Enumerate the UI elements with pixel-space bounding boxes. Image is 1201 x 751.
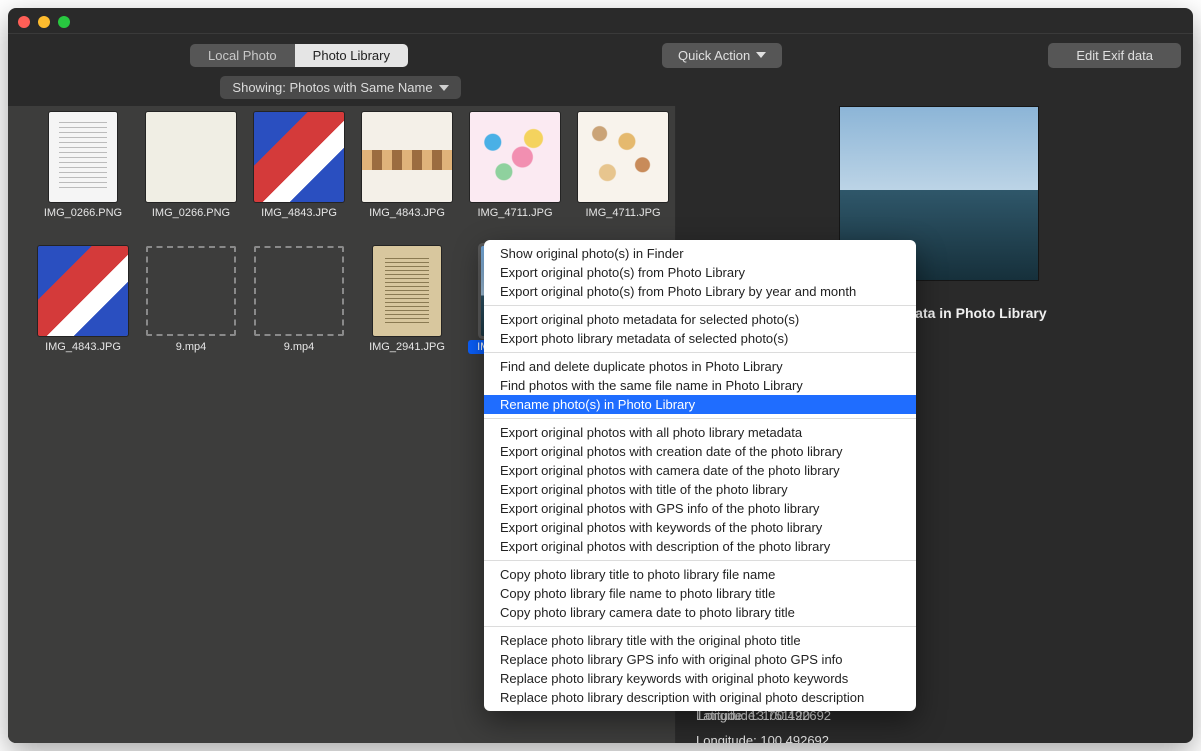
context-menu-item[interactable]: Show original photo(s) in Finder xyxy=(484,244,916,263)
thumbnail[interactable]: IMG_4843.JPG xyxy=(360,112,454,220)
menu-separator xyxy=(484,626,916,627)
thumbnail-label: IMG_2941.JPG xyxy=(360,340,454,354)
titlebar[interactable] xyxy=(8,8,1193,34)
tab-photo-library[interactable]: Photo Library xyxy=(295,44,408,67)
thumbnail-label: IMG_4711.JPG xyxy=(468,206,562,220)
caret-down-icon xyxy=(756,52,766,58)
thumbnail-image[interactable] xyxy=(470,112,560,202)
window-controls xyxy=(18,16,70,28)
thumbnail[interactable]: IMG_0266.PNG xyxy=(36,112,130,220)
thumbnail-label: 9.mp4 xyxy=(144,340,238,354)
thumbnail[interactable]: IMG_2941.JPG xyxy=(360,246,454,354)
menu-separator xyxy=(484,560,916,561)
context-menu-item[interactable]: Copy photo library camera date to photo … xyxy=(484,603,916,622)
context-menu-item[interactable]: Replace photo library keywords with orig… xyxy=(484,669,916,688)
thumbnail[interactable]: IMG_4711.JPG xyxy=(468,112,562,220)
quick-action-button[interactable]: Quick Action xyxy=(662,43,782,68)
thumbnail[interactable]: IMG_4843.JPG xyxy=(252,112,346,220)
thumbnail-label: IMG_0266.PNG xyxy=(144,206,238,220)
context-menu-item[interactable]: Copy photo library title to photo librar… xyxy=(484,565,916,584)
edit-exif-button[interactable]: Edit Exif data xyxy=(1048,43,1181,68)
thumbnail-label: IMG_4843.JPG xyxy=(252,206,346,220)
menu-separator xyxy=(484,305,916,306)
thumbnail[interactable]: 9.mp4 xyxy=(144,246,238,354)
thumbnail[interactable]: IMG_4843.JPG xyxy=(36,246,130,354)
menu-separator xyxy=(484,418,916,419)
source-segment: Local Photo Photo Library xyxy=(190,44,408,67)
minimize-icon[interactable] xyxy=(38,16,50,28)
context-menu-item[interactable]: Export original photos with title of the… xyxy=(484,480,916,499)
thumbnail-image[interactable] xyxy=(362,112,452,202)
thumbnail-label: IMG_0266.PNG xyxy=(36,206,130,220)
extra-coords: Latitude: 13.751120Longitude: 100.492692 xyxy=(696,708,829,743)
thumbnail-image[interactable] xyxy=(254,246,344,336)
context-menu-item[interactable]: Export original photos with camera date … xyxy=(484,461,916,480)
thumbnail-image[interactable] xyxy=(49,112,117,202)
thumbnail[interactable]: IMG_0266.PNG xyxy=(144,112,238,220)
chevron-down-icon xyxy=(439,85,449,91)
context-menu-item[interactable]: Find and delete duplicate photos in Phot… xyxy=(484,357,916,376)
context-menu-item[interactable]: Export original photos with all photo li… xyxy=(484,423,916,442)
context-menu-item[interactable]: Export original photo metadata for selec… xyxy=(484,310,916,329)
app-window: Local Photo Photo Library Quick Action E… xyxy=(8,8,1193,743)
context-menu-item[interactable]: Export original photo(s) from Photo Libr… xyxy=(484,263,916,282)
thumbnail-image[interactable] xyxy=(373,246,441,336)
context-menu-item[interactable]: Export original photos with description … xyxy=(484,537,916,556)
thumbnail-label: 9.mp4 xyxy=(252,340,346,354)
thumbnail-image[interactable] xyxy=(578,112,668,202)
thumbnail-label: IMG_4711.JPG xyxy=(576,206,670,220)
filterbar: Showing: Photos with Same Name xyxy=(8,76,1193,106)
context-menu-item[interactable]: Find photos with the same file name in P… xyxy=(484,376,916,395)
context-menu-item[interactable]: Replace photo library description with o… xyxy=(484,688,916,707)
context-menu-item[interactable]: Copy photo library file name to photo li… xyxy=(484,584,916,603)
filter-label: Showing: Photos with Same Name xyxy=(232,80,432,95)
close-icon[interactable] xyxy=(18,16,30,28)
tab-local-photo[interactable]: Local Photo xyxy=(190,44,295,67)
thumbnail-image[interactable] xyxy=(254,112,344,202)
menu-separator xyxy=(484,352,916,353)
thumbnail-image[interactable] xyxy=(146,246,236,336)
filter-dropdown[interactable]: Showing: Photos with Same Name xyxy=(220,76,460,99)
context-menu-item[interactable]: Replace photo library title with the ori… xyxy=(484,631,916,650)
zoom-icon[interactable] xyxy=(58,16,70,28)
context-menu-item[interactable]: Export original photos with GPS info of … xyxy=(484,499,916,518)
thumbnail[interactable]: 9.mp4 xyxy=(252,246,346,354)
context-menu-item[interactable]: Export original photo(s) from Photo Libr… xyxy=(484,282,916,301)
thumbnail[interactable]: IMG_4711.JPG xyxy=(576,112,670,220)
thumbnail-image[interactable] xyxy=(146,112,236,202)
context-menu[interactable]: Show original photo(s) in FinderExport o… xyxy=(484,240,916,711)
toolbar: Local Photo Photo Library Quick Action E… xyxy=(8,34,1193,76)
thumbnail-image[interactable] xyxy=(38,246,128,336)
context-menu-item[interactable]: Export original photos with creation dat… xyxy=(484,442,916,461)
context-menu-item[interactable]: Replace photo library GPS info with orig… xyxy=(484,650,916,669)
metadata-row: Longitude: 100.492692 xyxy=(696,733,829,743)
context-menu-item[interactable]: Rename photo(s) in Photo Library xyxy=(484,395,916,414)
quick-action-label: Quick Action xyxy=(678,48,750,63)
context-menu-item[interactable]: Export photo library metadata of selecte… xyxy=(484,329,916,348)
thumbnail-label: IMG_4843.JPG xyxy=(36,340,130,354)
context-menu-item[interactable]: Export original photos with keywords of … xyxy=(484,518,916,537)
thumbnail-label: IMG_4843.JPG xyxy=(360,206,454,220)
